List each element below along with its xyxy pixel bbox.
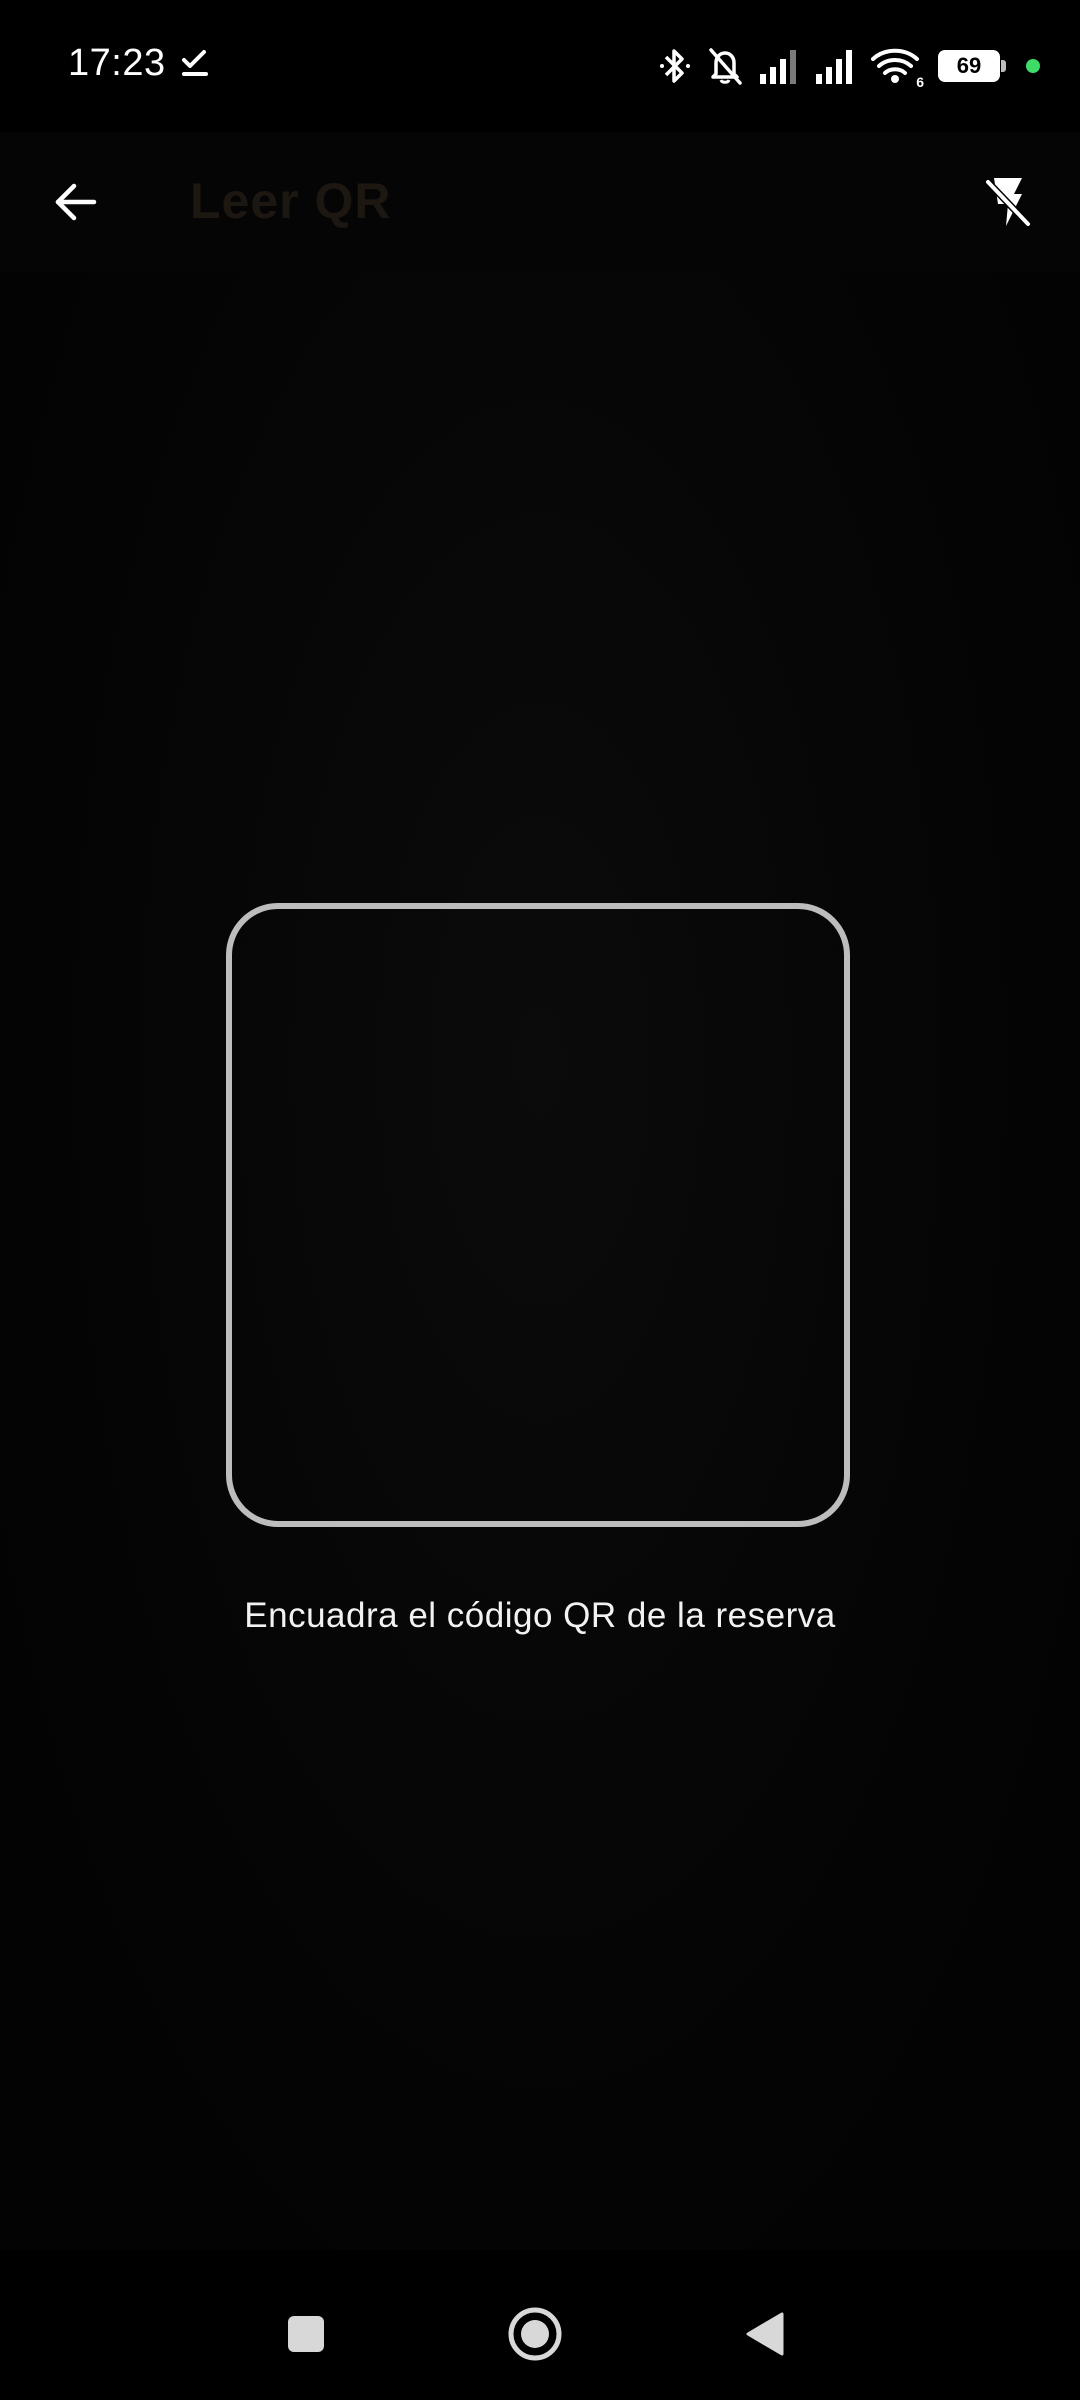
wifi-badge: 6 bbox=[916, 74, 924, 90]
wifi-icon: 6 bbox=[870, 46, 924, 90]
bell-muted-icon bbox=[706, 46, 744, 86]
arrow-left-icon bbox=[55, 183, 97, 221]
nav-back-button[interactable] bbox=[728, 2298, 800, 2370]
status-bar: 17:23 6 69 bbox=[0, 0, 1080, 132]
page-title: Leer QR bbox=[190, 173, 392, 229]
home-circle-icon bbox=[508, 2307, 562, 2361]
task-done-icon bbox=[178, 46, 212, 80]
back-button[interactable] bbox=[40, 166, 112, 238]
recents-button[interactable] bbox=[270, 2298, 342, 2370]
recents-square-icon bbox=[288, 2316, 324, 2352]
battery-icon: 69 bbox=[938, 50, 1006, 82]
system-navigation-bar bbox=[0, 2270, 1080, 2400]
status-icons: 6 69 bbox=[658, 42, 1040, 90]
qr-scan-frame bbox=[226, 903, 850, 1527]
qr-scanner-screen: 17:23 6 69 Leer QR Encuadra el código QR… bbox=[0, 0, 1080, 2400]
signal-2-icon bbox=[814, 48, 856, 84]
privacy-dot-icon bbox=[1026, 59, 1040, 73]
status-time: 17:23 bbox=[68, 42, 166, 84]
signal-1-icon bbox=[758, 48, 800, 84]
battery-level: 69 bbox=[956, 53, 982, 78]
app-bar: Leer QR bbox=[0, 132, 1080, 272]
home-button[interactable] bbox=[499, 2298, 571, 2370]
bluetooth-icon bbox=[658, 46, 692, 86]
flash-off-icon bbox=[984, 178, 1032, 228]
scan-hint-text: Encuadra el código QR de la reserva bbox=[244, 1596, 836, 1635]
back-triangle-icon bbox=[746, 2312, 784, 2356]
flash-toggle-button[interactable] bbox=[972, 166, 1044, 238]
